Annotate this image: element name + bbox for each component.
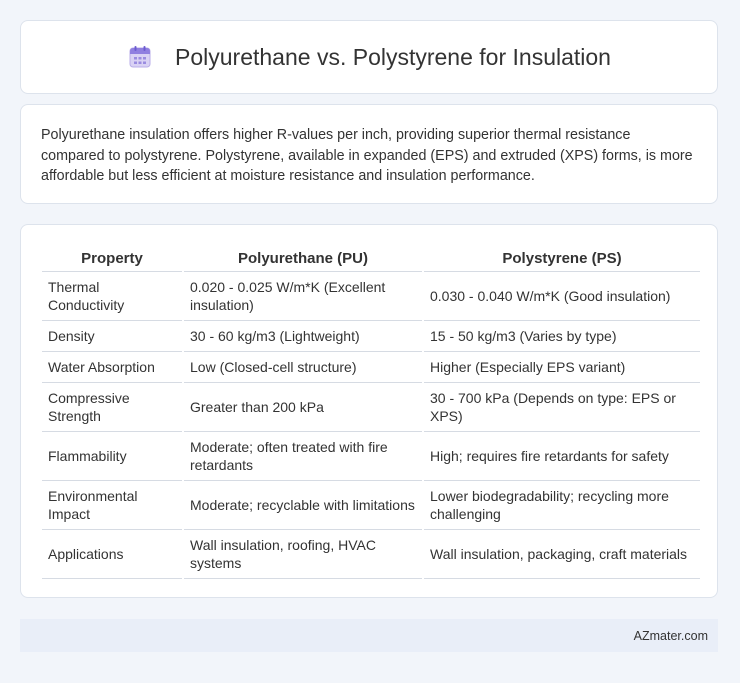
intro-card: Polyurethane insulation offers higher R-… (20, 104, 718, 204)
polyurethane-cell: Wall insulation, roofing, HVAC systems (184, 530, 422, 579)
polystyrene-cell: High; requires fire retardants for safet… (424, 432, 700, 481)
polystyrene-cell: Lower biodegradability; recycling more c… (424, 481, 700, 530)
property-cell: Applications (42, 530, 182, 579)
table-row: Thermal Conductivity 0.020 - 0.025 W/m*K… (42, 272, 700, 321)
header-card: Polyurethane vs. Polystyrene for Insulat… (20, 20, 718, 94)
polyurethane-cell: Moderate; often treated with fire retard… (184, 432, 422, 481)
intro-text: Polyurethane insulation offers higher R-… (41, 127, 693, 184)
property-cell: Density (42, 321, 182, 352)
comparison-table: Property Polyurethane (PU) Polystyrene (… (40, 245, 702, 579)
header-polystyrene: Polystyrene (PS) (424, 245, 700, 272)
polystyrene-cell: Higher (Especially EPS variant) (424, 352, 700, 383)
table-row: Environmental Impact Moderate; recyclabl… (42, 481, 700, 530)
polyurethane-cell: 30 - 60 kg/m3 (Lightweight) (184, 321, 422, 352)
header-property: Property (42, 245, 182, 272)
calendar-icon (127, 44, 153, 70)
table-row: Water Absorption Low (Closed-cell struct… (42, 352, 700, 383)
table-row: Density 30 - 60 kg/m3 (Lightweight) 15 -… (42, 321, 700, 352)
header-polyurethane: Polyurethane (PU) (184, 245, 422, 272)
table-row: Applications Wall insulation, roofing, H… (42, 530, 700, 579)
table-row: Flammability Moderate; often treated wit… (42, 432, 700, 481)
footer-brand: AZmater.com (633, 628, 708, 643)
polystyrene-cell: 0.030 - 0.040 W/m*K (Good insulation) (424, 272, 700, 321)
page-title: Polyurethane vs. Polystyrene for Insulat… (175, 43, 611, 70)
property-cell: Water Absorption (42, 352, 182, 383)
footer-bar: AZmater.com (20, 619, 718, 652)
polyurethane-cell: Greater than 200 kPa (184, 383, 422, 432)
property-cell: Environmental Impact (42, 481, 182, 530)
table-row: Compressive Strength Greater than 200 kP… (42, 383, 700, 432)
polyurethane-cell: Low (Closed-cell structure) (184, 352, 422, 383)
table-header-row: Property Polyurethane (PU) Polystyrene (… (42, 245, 700, 272)
comparison-table-card: Property Polyurethane (PU) Polystyrene (… (20, 224, 718, 598)
property-cell: Thermal Conductivity (42, 272, 182, 321)
polyurethane-cell: 0.020 - 0.025 W/m*K (Excellent insulatio… (184, 272, 422, 321)
polystyrene-cell: 30 - 700 kPa (Depends on type: EPS or XP… (424, 383, 700, 432)
polystyrene-cell: Wall insulation, packaging, craft materi… (424, 530, 700, 579)
property-cell: Compressive Strength (42, 383, 182, 432)
polyurethane-cell: Moderate; recyclable with limitations (184, 481, 422, 530)
property-cell: Flammability (42, 432, 182, 481)
polystyrene-cell: 15 - 50 kg/m3 (Varies by type) (424, 321, 700, 352)
